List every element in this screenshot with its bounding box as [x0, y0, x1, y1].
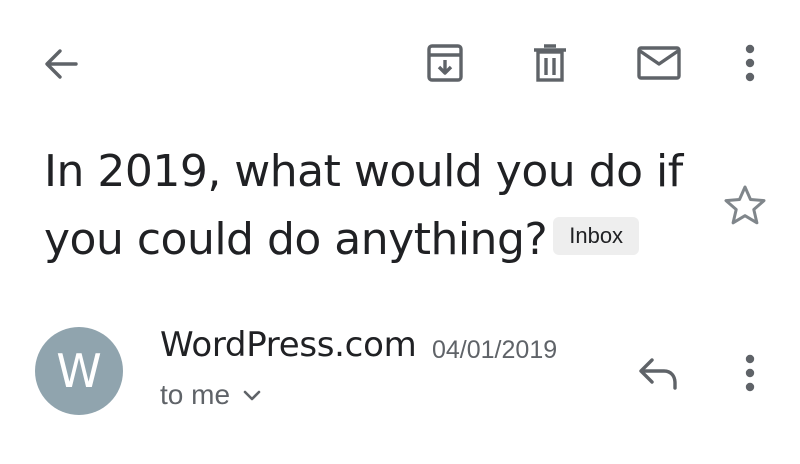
- message-more-options-button[interactable]: [730, 348, 770, 398]
- email-date: 04/01/2019: [432, 336, 558, 364]
- envelope-icon: [637, 46, 681, 80]
- more-vert-icon: [745, 354, 755, 392]
- reply-icon: [639, 358, 677, 390]
- mark-unread-button[interactable]: [633, 38, 685, 88]
- reply-button[interactable]: [632, 350, 684, 396]
- more-options-button[interactable]: [730, 38, 770, 88]
- sender-avatar[interactable]: W: [35, 327, 123, 415]
- chevron-down-icon: [243, 390, 261, 401]
- avatar-letter: W: [56, 344, 102, 398]
- trash-icon: [534, 44, 566, 82]
- star-outline-icon: [724, 185, 766, 225]
- arrow-left-icon: [45, 49, 78, 79]
- back-button[interactable]: [36, 40, 84, 88]
- more-vert-icon: [745, 44, 755, 82]
- inbox-label-badge[interactable]: Inbox: [553, 217, 640, 255]
- star-button[interactable]: [720, 180, 770, 230]
- recipient-text: to me: [160, 379, 231, 410]
- email-subject: In 2019, what would you do if you could …: [44, 138, 684, 274]
- delete-button[interactable]: [525, 38, 575, 88]
- sender-name: WordPress.com: [160, 325, 417, 365]
- recipient-details-toggle[interactable]: to me: [160, 379, 262, 411]
- archive-icon: [427, 44, 463, 82]
- archive-button[interactable]: [420, 38, 470, 88]
